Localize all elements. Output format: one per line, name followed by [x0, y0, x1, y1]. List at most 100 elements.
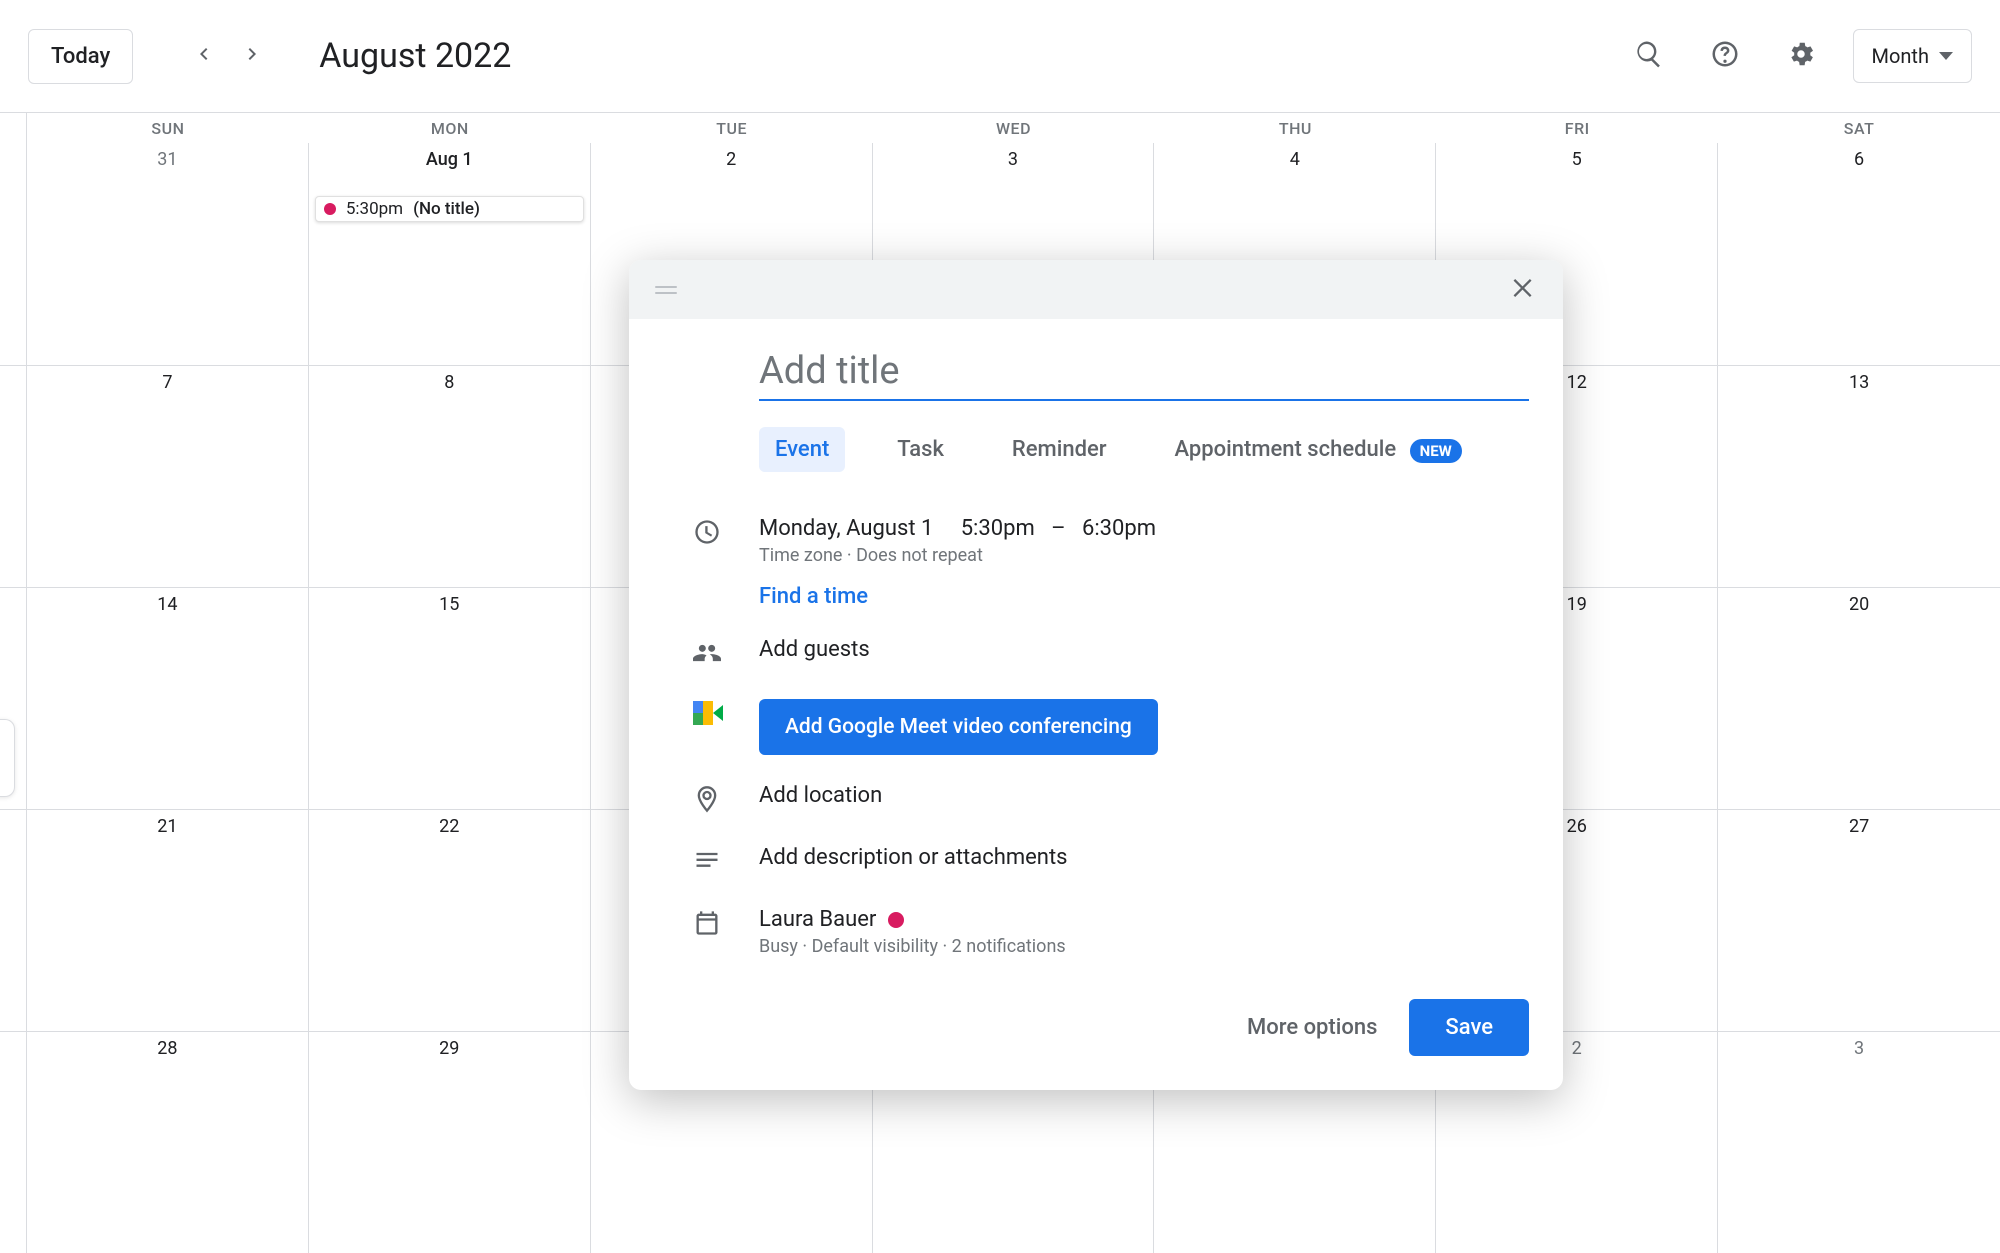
tab-reminder[interactable]: Reminder [996, 427, 1123, 472]
help-icon [1710, 39, 1740, 73]
day-cell[interactable]: 21 [27, 810, 309, 1031]
dow-thu: THU [1154, 113, 1436, 143]
quick-create-dialog: Event Task Reminder Appointment schedule… [629, 260, 1563, 1090]
save-button[interactable]: Save [1409, 999, 1529, 1056]
add-meet-button[interactable]: Add Google Meet video conferencing [759, 699, 1158, 755]
prev-month-button[interactable] [181, 34, 225, 78]
settings-button[interactable] [1777, 32, 1825, 80]
calendar-icon [693, 909, 721, 941]
day-cell[interactable]: 28 [27, 1032, 309, 1253]
day-cell[interactable]: 13 [1718, 366, 2000, 587]
dow-fri: FRI [1436, 113, 1718, 143]
event-title-input[interactable] [759, 343, 1529, 399]
day-number: 29 [309, 1038, 590, 1059]
day-number: 6 [1718, 149, 2000, 170]
description-row[interactable]: Add description or attachments [629, 831, 1563, 893]
description-icon [693, 847, 721, 879]
event-chip-title: (No title) [413, 199, 480, 219]
tab-appointment-label: Appointment schedule [1175, 437, 1397, 462]
add-description-label: Add description or attachments [759, 845, 1529, 870]
day-number: 2 [591, 149, 872, 170]
day-cell[interactable]: 29 [309, 1032, 591, 1253]
month-nav [181, 34, 275, 78]
event-color-dot [324, 203, 336, 215]
day-number: 21 [27, 816, 308, 837]
day-cell[interactable]: 8 [309, 366, 591, 587]
calendar-row[interactable]: Laura Bauer Busy · Default visibility · … [629, 893, 1563, 971]
dow-sat: SAT [1718, 113, 2000, 143]
day-cell[interactable]: 22 [309, 810, 591, 1031]
support-button[interactable] [1701, 32, 1749, 80]
event-type-tabs: Event Task Reminder Appointment schedule… [759, 427, 1563, 472]
day-cell[interactable]: 3 [1718, 1032, 2000, 1253]
day-cell[interactable]: 27 [1718, 810, 2000, 1031]
day-cell[interactable]: 6 [1718, 143, 2000, 365]
day-cell[interactable]: 15 [309, 588, 591, 809]
dialog-header [629, 260, 1563, 319]
close-dialog-button[interactable] [1509, 274, 1537, 306]
event-end-time: 6:30pm [1082, 516, 1156, 541]
caret-down-icon [1939, 52, 1953, 60]
current-month-label: August 2022 [319, 36, 511, 76]
clock-icon [693, 518, 721, 550]
event-chip[interactable]: 5:30pm (No title) [315, 196, 584, 222]
dow-tue: TUE [591, 113, 873, 143]
new-badge: NEW [1410, 439, 1462, 463]
event-defaults-label: Busy · Default visibility · 2 notificati… [759, 936, 1529, 957]
close-icon [1509, 287, 1537, 306]
event-chip-time: 5:30pm [346, 199, 403, 219]
day-number: 27 [1718, 816, 2000, 837]
people-icon [693, 639, 721, 671]
calendar-grid: SUN MON TUE WED THU FRI SAT 31 Aug 1 5:3… [0, 113, 2000, 1253]
day-cell[interactable]: 31 [27, 143, 309, 365]
dow-mon: MON [309, 113, 591, 143]
google-meet-icon [693, 701, 721, 725]
view-selector-label: Month [1872, 44, 1929, 68]
add-guests-label: Add guests [759, 637, 1529, 662]
day-number: 3 [1718, 1038, 2000, 1059]
day-cell[interactable]: 14 [27, 588, 309, 809]
timezone-recurrence-label: Time zone · Does not repeat [759, 545, 1529, 566]
day-number: 20 [1718, 594, 2000, 615]
day-number: 5 [1436, 149, 1717, 170]
find-a-time-link[interactable]: Find a time [759, 584, 868, 609]
chevron-left-icon [191, 42, 215, 70]
more-options-button[interactable]: More options [1247, 1015, 1377, 1040]
next-month-button[interactable] [231, 34, 275, 78]
dow-sun: SUN [27, 113, 309, 143]
add-location-label: Add location [759, 783, 1529, 808]
day-number: Aug 1 [309, 149, 590, 170]
day-number: 3 [873, 149, 1154, 170]
organizer-name: Laura Bauer [759, 907, 876, 932]
day-number: 22 [309, 816, 590, 837]
toolbar-right: Month [1625, 29, 1972, 83]
time-separator: – [1051, 516, 1065, 541]
drag-handle-icon[interactable] [655, 286, 677, 294]
search-button[interactable] [1625, 32, 1673, 80]
day-number: 13 [1718, 372, 2000, 393]
top-toolbar: Today August 2022 Month [0, 0, 2000, 113]
location-icon [693, 785, 721, 817]
day-number: 28 [27, 1038, 308, 1059]
location-row[interactable]: Add location [629, 769, 1563, 831]
tab-event[interactable]: Event [759, 427, 845, 472]
day-of-week-header: SUN MON TUE WED THU FRI SAT [0, 113, 2000, 143]
guests-row[interactable]: Add guests [629, 623, 1563, 685]
day-number: 15 [309, 594, 590, 615]
day-cell[interactable]: Aug 1 5:30pm (No title) [309, 143, 591, 365]
day-number: 8 [309, 372, 590, 393]
day-cell[interactable]: 20 [1718, 588, 2000, 809]
time-row[interactable]: Monday, August 1 5:30pm – 6:30pm Time zo… [629, 502, 1563, 623]
day-cell[interactable]: 7 [27, 366, 309, 587]
tab-task[interactable]: Task [881, 427, 960, 472]
today-button[interactable]: Today [28, 29, 133, 84]
side-panel-tab[interactable] [0, 719, 15, 797]
view-selector[interactable]: Month [1853, 29, 1972, 83]
tab-appointment-schedule[interactable]: Appointment schedule NEW [1159, 427, 1478, 472]
day-number: 14 [27, 594, 308, 615]
event-start-time: 5:30pm [961, 516, 1035, 541]
event-date: Monday, August 1 [759, 516, 933, 541]
dialog-footer: More options Save [629, 971, 1563, 1090]
day-number: 31 [27, 149, 308, 170]
gear-icon [1786, 39, 1816, 73]
